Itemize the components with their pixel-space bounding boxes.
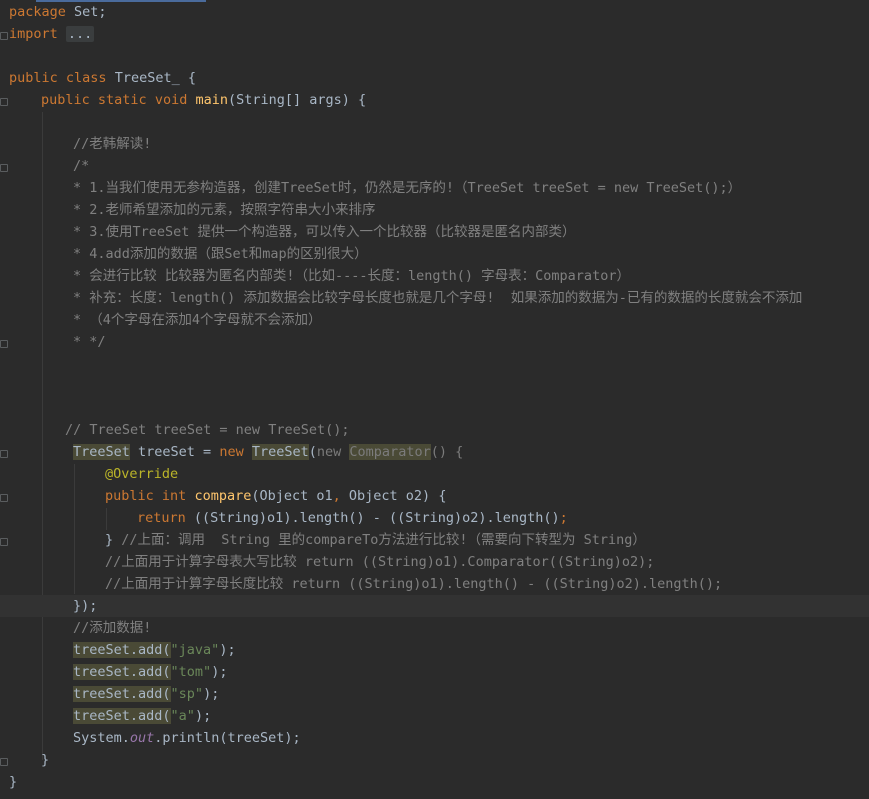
code-line[interactable]: package Set; <box>0 1 869 23</box>
variable: treeSet = <box>129 444 220 460</box>
parameters: Object o2) { <box>340 488 447 504</box>
method-call: treeSet.add( <box>73 642 171 658</box>
keyword: new <box>219 444 244 460</box>
comment: //上面：调用 String 里的compareTo方法进行比较!（需要向下转型… <box>113 532 646 548</box>
comment-line[interactable]: * 1.当我们使用无参构造器，创建TreeSet时，仍然是无序的!（TreeSe… <box>0 177 869 199</box>
method-name: compare <box>194 488 252 504</box>
comment-line[interactable]: //老韩解读! <box>0 133 869 155</box>
punctuation: ); <box>219 642 236 658</box>
code-line[interactable]: treeSet.add("a"); <box>0 705 869 727</box>
constructor-name: TreeSet <box>251 444 309 460</box>
comment-line[interactable]: * 3.使用TreeSet 提供一个构造器，可以传入一个比较器（比较器是匿名内部… <box>0 221 869 243</box>
punctuation: ; <box>559 510 568 526</box>
keyword: void <box>154 92 188 108</box>
package-name: Set; <box>65 4 107 20</box>
keyword: public <box>9 70 58 86</box>
comment-line[interactable]: * 补充：长度：length() 添加数据会比较字母长度也就是几个字母! 如果添… <box>0 287 869 309</box>
code-line[interactable]: public static void main(String[] args) { <box>0 89 869 111</box>
method-call: treeSet.add( <box>73 686 171 702</box>
method-name: main <box>195 92 229 108</box>
code-line[interactable]: } <box>0 749 869 771</box>
code-line[interactable]: System.out.println(treeSet); <box>0 727 869 749</box>
code-editor[interactable]: package Set; import ... public class Tre… <box>0 0 869 799</box>
class-name: TreeSet_ <box>114 70 180 86</box>
code-line[interactable]: public int compare(Object o1, Object o2)… <box>0 485 869 507</box>
method-call: treeSet.add( <box>73 664 171 680</box>
method-call: .println(treeSet); <box>154 730 301 746</box>
punctuation: ); <box>194 708 212 724</box>
parameters: (String[] args) { <box>228 92 367 108</box>
code-line[interactable]: import ... <box>0 23 869 45</box>
interface-name: Comparator <box>349 444 431 460</box>
punctuation: ( <box>308 444 317 460</box>
punctuation: ); <box>203 686 220 702</box>
punctuation: } <box>41 752 50 768</box>
keyword: class <box>65 70 107 86</box>
string-literal: "sp" <box>170 686 204 702</box>
code-line[interactable]: public class TreeSet_ { <box>0 67 869 89</box>
type-name: TreeSet <box>73 444 130 460</box>
keyword: int <box>161 488 187 504</box>
keyword: new <box>316 444 342 460</box>
folded-imports[interactable]: ... <box>65 26 95 42</box>
method-call: treeSet.add( <box>73 708 171 724</box>
code-line[interactable]: treeSet.add("java"); <box>0 639 869 661</box>
class-ref: System. <box>73 730 130 746</box>
expression: ((String)o1).length() - ((String)o2).len… <box>185 510 560 526</box>
code-line[interactable]: } <box>0 771 869 793</box>
keyword: return <box>137 510 186 526</box>
punctuation: ); <box>211 664 228 680</box>
parameters: (Object o1 <box>251 488 333 504</box>
string-literal: "java" <box>170 642 220 658</box>
code-line[interactable]: treeSet.add("sp"); <box>0 683 869 705</box>
code-line[interactable]: TreeSet treeSet = new TreeSet(new Compar… <box>0 441 869 463</box>
keyword: import <box>9 26 58 42</box>
comment-line[interactable]: // TreeSet treeSet = new TreeSet(); <box>0 419 869 441</box>
string-literal: "tom" <box>170 664 212 680</box>
keyword: public <box>41 92 90 108</box>
comment-line[interactable]: * 2.老师希望添加的元素，按照字符串大小来排序 <box>0 199 869 221</box>
keyword: package <box>9 4 66 20</box>
comment-line[interactable]: /* <box>0 155 869 177</box>
punctuation: }); <box>73 598 98 614</box>
punctuation: () { <box>430 444 464 460</box>
comment-line[interactable]: * 4.add添加的数据（跟Set和map的区别很大） <box>0 243 869 265</box>
code-line[interactable]: treeSet.add("tom"); <box>0 661 869 683</box>
keyword: static <box>97 92 147 108</box>
keyword: public <box>105 488 154 504</box>
comment-line[interactable]: * */ <box>0 331 869 353</box>
punctuation: } <box>105 532 114 548</box>
punctuation: { <box>179 70 196 86</box>
comment-line[interactable]: //上面用于计算字母长度比较 return ((String)o1).lengt… <box>0 573 869 595</box>
comment-line[interactable]: * 会进行比较 比较器为匿名内部类!（比如----长度：length() 字母表… <box>0 265 869 287</box>
code-line[interactable]: return ((String)o1).length() - ((String)… <box>0 507 869 529</box>
comment-line[interactable]: //添加数据! <box>0 617 869 639</box>
static-field: out <box>129 730 155 746</box>
punctuation: , <box>332 488 341 504</box>
punctuation: } <box>9 774 18 790</box>
comment-line[interactable]: //上面用于计算字母表大写比较 return ((String)o1).Comp… <box>0 551 869 573</box>
comment-line[interactable]: * （4个字母在添加4个字母就不会添加） <box>0 309 869 331</box>
string-literal: "a" <box>170 708 195 724</box>
code-line[interactable]: } //上面：调用 String 里的compareTo方法进行比较!（需要向下… <box>0 529 869 551</box>
annotation-line[interactable]: @Override <box>0 463 869 485</box>
current-line[interactable]: }); <box>0 595 869 617</box>
